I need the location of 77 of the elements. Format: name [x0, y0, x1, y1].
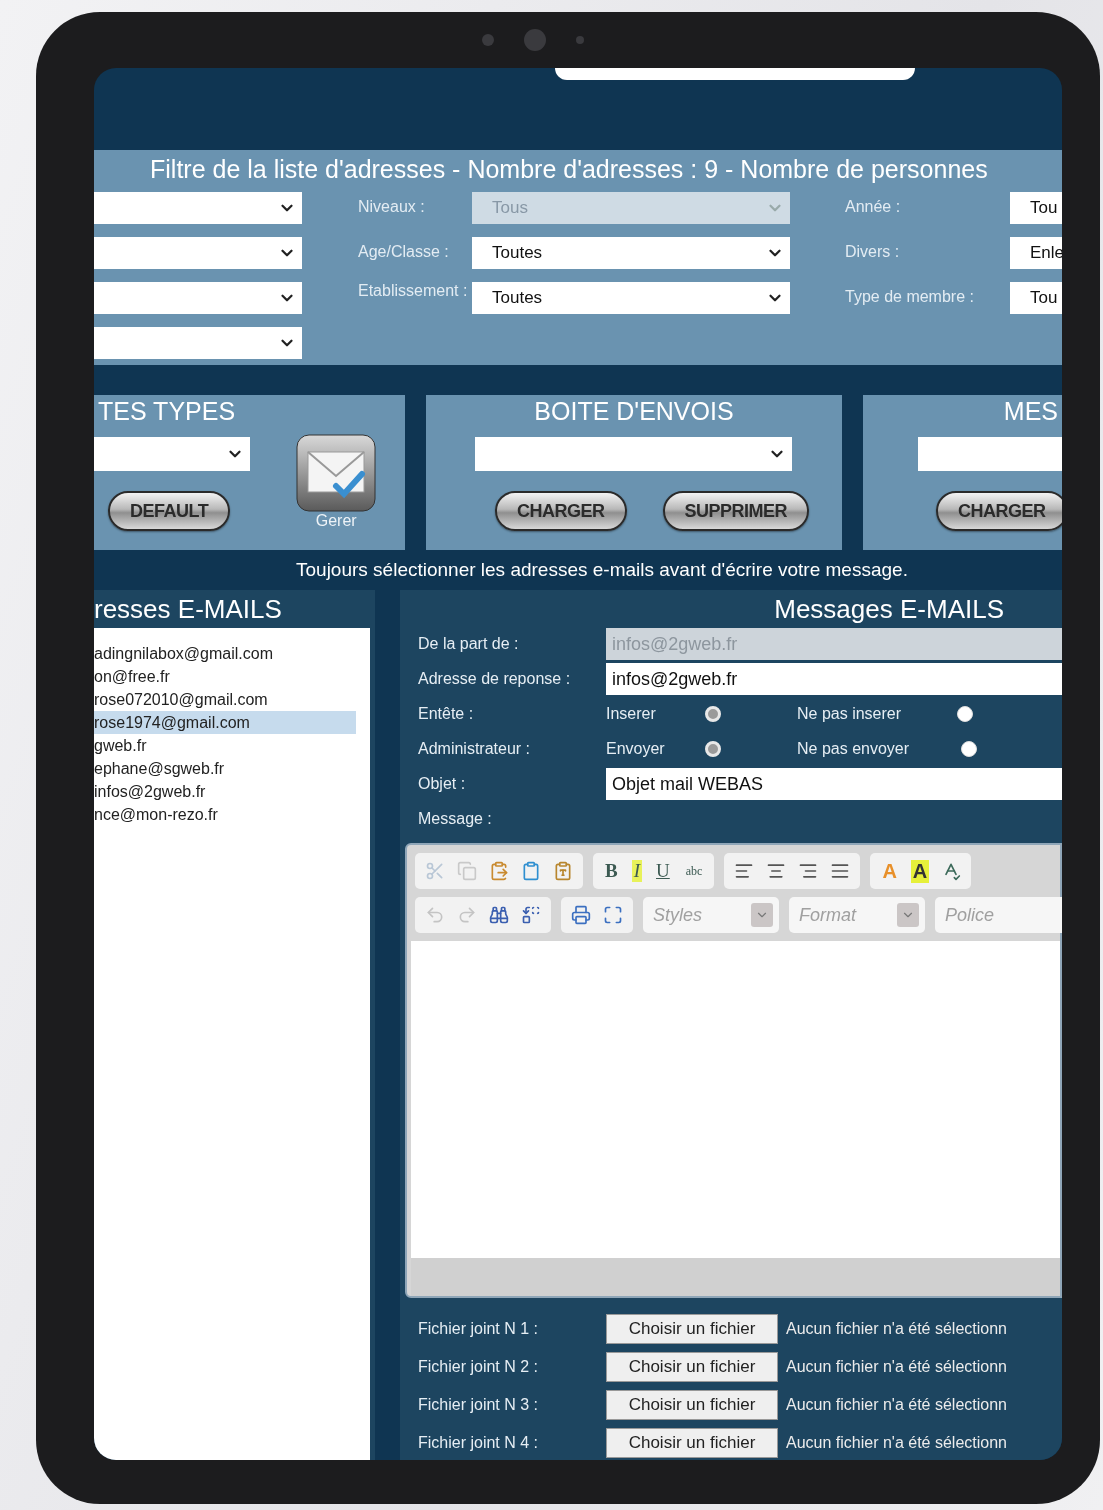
- replace-icon[interactable]: [521, 905, 541, 925]
- text-input[interactable]: Objet mail WEBAS: [606, 768, 1062, 800]
- clipboard-icon[interactable]: [553, 861, 573, 881]
- print-icon[interactable]: [571, 905, 591, 925]
- panel-title: BOITE D'ENVOIS: [533, 396, 735, 427]
- filter-label: Année :: [845, 197, 901, 217]
- address-item[interactable]: ephane@sgweb.fr: [94, 757, 356, 780]
- dropdown[interactable]: Tou: [1010, 282, 1062, 314]
- color-button[interactable]: A: [910, 859, 930, 883]
- form-label: Entête :: [418, 704, 475, 724]
- form-label: Objet :: [418, 774, 467, 794]
- form-label: Adresse de reponse :: [418, 669, 572, 689]
- radio-button[interactable]: [705, 741, 721, 757]
- camera-lens: [524, 29, 546, 51]
- file-status: Aucun fichier n'a été sélectionn: [785, 1320, 1008, 1338]
- file-button[interactable]: Choisir un fichier: [606, 1352, 778, 1382]
- action-button[interactable]: CHARGER: [936, 491, 1062, 531]
- file-status: Aucun fichier n'a été sélectionn: [785, 1434, 1008, 1452]
- notice-text: Toujours sélectionner les adresses e-mails avant d'écrire votre message.: [295, 558, 909, 582]
- align-center-icon[interactable]: [766, 861, 787, 881]
- radio-button[interactable]: [705, 706, 721, 722]
- filter-label: Niveaux :: [358, 197, 425, 217]
- file-status: Aucun fichier n'a été sélectionn: [785, 1396, 1008, 1414]
- file-button[interactable]: Choisir un fichier: [606, 1428, 778, 1458]
- radio-label: Envoyer: [606, 740, 666, 758]
- radio-label: Inserer: [606, 705, 657, 723]
- address-list-title: resses E-MAILS: [94, 593, 283, 626]
- message-title: Messages E-MAILS: [773, 593, 1005, 626]
- form-label: Fichier joint N 2 :: [418, 1357, 540, 1377]
- action-button[interactable]: SUPPRIMER: [662, 491, 810, 531]
- binoculars-icon[interactable]: [489, 905, 509, 925]
- envelope-check-icon[interactable]: [296, 434, 377, 512]
- dropdown[interactable]: Tou: [1010, 192, 1062, 224]
- radio-button[interactable]: [961, 741, 977, 757]
- radio-label: Ne pas inserer: [797, 705, 903, 723]
- radio-label: Ne pas envoyer: [797, 740, 911, 758]
- format-button[interactable]: I: [631, 860, 642, 882]
- dropdown[interactable]: Toutes: [472, 282, 790, 314]
- format-button[interactable]: B: [603, 860, 620, 882]
- dropdown[interactable]: Toutes: [472, 237, 790, 269]
- form-label: De la part de :: [418, 634, 520, 654]
- radio-button[interactable]: [957, 706, 973, 722]
- address-item[interactable]: infos@2gweb.fr: [94, 780, 356, 803]
- filter-label: Age/Classe :: [358, 242, 449, 262]
- address-item[interactable]: on@free.fr: [94, 665, 356, 688]
- panel-title: MES: [1002, 396, 1059, 427]
- file-status: Aucun fichier n'a été sélectionn: [785, 1358, 1008, 1376]
- file-button[interactable]: Choisir un fichier: [606, 1314, 778, 1344]
- sensor-dot: [576, 36, 584, 44]
- form-label: Fichier joint N 1 :: [418, 1319, 540, 1339]
- form-label: Fichier joint N 4 :: [418, 1433, 540, 1453]
- filter-label: Etablissement :: [358, 282, 469, 299]
- filter-label: Divers :: [845, 242, 900, 262]
- camera-dot: [482, 34, 494, 46]
- address-item[interactable]: nce@mon-rezo.fr: [94, 803, 356, 826]
- filter-title: Filtre de la liste d'adresses - Nombre d'adresses : 9 - Nombre de personnes: [149, 154, 989, 185]
- paste-icon[interactable]: [489, 861, 509, 881]
- clipboard-icon[interactable]: [521, 861, 541, 881]
- address-item[interactable]: rose1974@gmail.com: [94, 711, 356, 734]
- align-justify-icon[interactable]: [830, 861, 851, 881]
- form-label: Fichier joint N 3 :: [418, 1395, 540, 1415]
- form-label: Message :: [418, 809, 493, 829]
- text-input[interactable]: infos@2gweb.fr: [606, 663, 1062, 695]
- filter-label: Type de membre :: [845, 287, 974, 307]
- maximize-icon[interactable]: [603, 905, 623, 925]
- address-item[interactable]: rose072010@gmail.com: [94, 688, 356, 711]
- format-button[interactable]: abc: [683, 863, 705, 879]
- panel-title: TES TYPES: [97, 396, 237, 427]
- align-right-icon[interactable]: [798, 861, 819, 881]
- align-left-icon[interactable]: [734, 861, 755, 881]
- format-button[interactable]: U: [654, 860, 672, 882]
- address-item[interactable]: adingnilabox@gmail.com: [94, 642, 356, 665]
- address-item[interactable]: gweb.fr: [94, 734, 356, 757]
- action-button[interactable]: DEFAULT: [108, 491, 231, 531]
- form-label: Administrateur :: [418, 739, 532, 759]
- file-button[interactable]: Choisir un fichier: [606, 1390, 778, 1420]
- action-button[interactable]: CHARGER: [495, 491, 627, 531]
